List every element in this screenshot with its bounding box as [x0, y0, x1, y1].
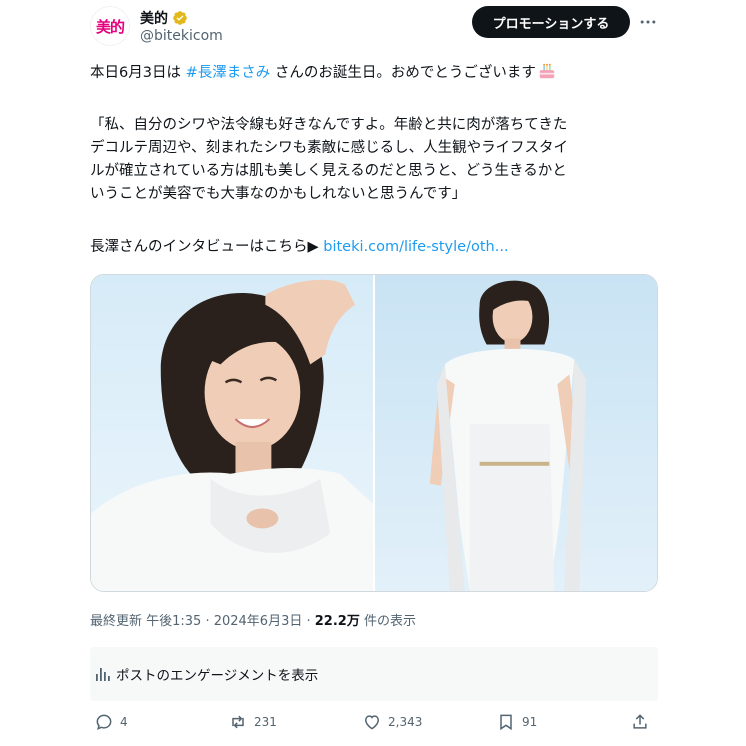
- views-count: 22.2万: [314, 614, 360, 629]
- promote-button[interactable]: プロモーションする: [472, 6, 630, 38]
- views-label: 件の表示: [359, 614, 416, 629]
- quote-line-2: デコルテ周辺や、刻まれたシワも素敵に感じるし、人生観やライフスタイ: [90, 140, 569, 156]
- interview-line: 長澤さんのインタビューはこちら▶ biteki.com/life-style/o…: [90, 236, 660, 258]
- post-meta: 最終更新 午後1:35 · 2024年6月3日 · 22.2万 件の表示: [90, 610, 416, 629]
- hashtag-link[interactable]: #長澤まさみ: [186, 65, 271, 81]
- repost-button[interactable]: 231: [228, 712, 277, 732]
- verified-badge-icon: [172, 10, 188, 26]
- photo-portrait-smiling[interactable]: [91, 275, 373, 591]
- author-name-row: 美的: [140, 8, 188, 28]
- interview-text: 長澤さんのインタビューはこちら▶: [90, 239, 324, 255]
- bookmark-icon: [500, 714, 512, 731]
- post-text-line: 本日6月3日は #長澤まさみ さんのお誕生日。おめでとうございます: [90, 62, 660, 84]
- reply-button[interactable]: 4: [94, 712, 128, 732]
- timestamp[interactable]: 最終更新 午後1:35 · 2024年6月3日 ·: [90, 614, 315, 629]
- user-handle[interactable]: @bitekicom: [140, 28, 223, 44]
- interview-link[interactable]: biteki.com/life-style/oth...: [323, 239, 508, 255]
- quote-line-4: いうことが美容でも大事なのかもしれないと思うんです」: [90, 186, 467, 202]
- share-button[interactable]: [630, 712, 650, 732]
- analytics-icon: [94, 665, 112, 683]
- more-options-icon[interactable]: [636, 10, 660, 34]
- engagement-label: ポストのエンゲージメントを表示: [116, 668, 319, 684]
- media-grid: [90, 274, 658, 592]
- bookmark-button[interactable]: 91: [496, 712, 537, 732]
- heart-icon: [364, 715, 380, 730]
- display-name[interactable]: 美的: [140, 8, 168, 28]
- action-bar: 4 231 2,343 91: [90, 712, 658, 738]
- share-icon: [633, 714, 647, 729]
- quote-line-1: 「私、自分のシワや法令線も好きなんですよ。年齢と共に肉が落ちてきた: [90, 117, 568, 133]
- repost-icon: [232, 715, 244, 729]
- reply-icon: [96, 714, 112, 730]
- like-button[interactable]: 2,343: [362, 712, 422, 732]
- avatar-logo: 美的: [95, 17, 125, 36]
- post-text: さんのお誕生日。おめでとうございます: [270, 65, 536, 81]
- photo-full-length[interactable]: [375, 275, 657, 591]
- tweet-detail: 美的 美的 @bitekicom プロモーションする 本日6月3日は #長澤まさ…: [0, 0, 746, 746]
- like-count: 2,343: [388, 715, 423, 729]
- quote-line-3: ルが確立されている方は肌も美しく見えるのだと思うと、どう生きるかと: [90, 163, 567, 179]
- reply-count: 4: [120, 715, 128, 729]
- repost-count: 231: [254, 715, 277, 729]
- bookmark-count: 91: [522, 715, 538, 729]
- post-text: 本日6月3日は: [90, 65, 186, 81]
- view-engagement-button[interactable]: ポストのエンゲージメントを表示: [90, 647, 658, 701]
- avatar[interactable]: 美的: [90, 6, 130, 46]
- birthday-cake-icon: [538, 62, 556, 80]
